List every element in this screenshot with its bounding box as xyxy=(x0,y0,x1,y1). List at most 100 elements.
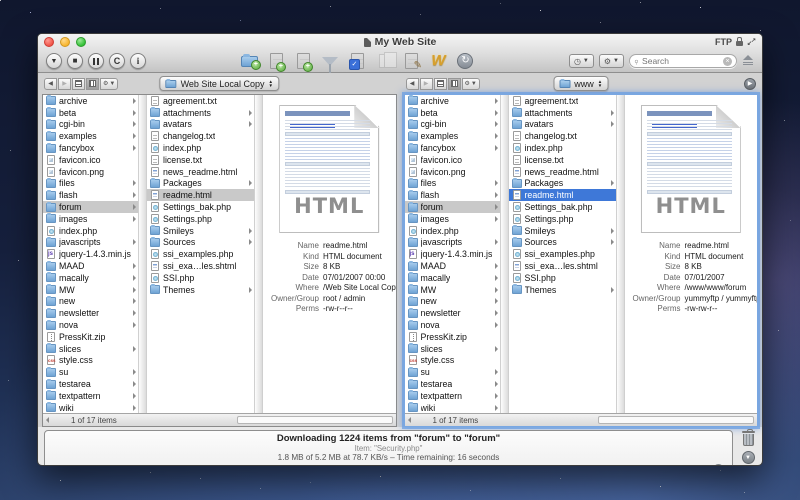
list-item[interactable]: agreement.txt xyxy=(509,95,616,107)
list-item[interactable]: textpattern xyxy=(43,390,138,402)
scroll-left-icon[interactable] xyxy=(408,417,411,423)
list-item[interactable]: flash xyxy=(43,189,138,201)
clear-search-icon[interactable]: × xyxy=(723,57,732,66)
list-item[interactable]: nova xyxy=(405,319,500,331)
list-item[interactable]: Themes xyxy=(147,284,254,296)
list-item[interactable]: slices xyxy=(405,343,500,355)
list-item[interactable]: ssi_exa…les.shtml xyxy=(509,260,616,272)
list-item[interactable]: ssi_examples.php xyxy=(147,248,254,260)
list-item[interactable]: index.php xyxy=(405,225,500,237)
action-menu-button[interactable]: ⚙▼ xyxy=(100,78,118,90)
list-item[interactable]: SSI.php xyxy=(147,272,254,284)
list-item[interactable]: archive xyxy=(43,95,138,107)
list-item[interactable]: license.txt xyxy=(147,154,254,166)
list-item[interactable]: images xyxy=(43,213,138,225)
list-item[interactable]: news_readme.html xyxy=(509,166,616,178)
scrollbar[interactable] xyxy=(139,95,147,413)
list-item[interactable]: index.php xyxy=(43,225,138,237)
list-item[interactable]: fancybox xyxy=(405,142,500,154)
list-item[interactable]: favicon.png xyxy=(43,166,138,178)
list-item[interactable]: PressKit.zip xyxy=(405,331,500,343)
list-item[interactable]: files xyxy=(405,178,500,190)
list-item[interactable]: wiki xyxy=(405,402,500,413)
edit-file-icon[interactable] xyxy=(401,52,421,70)
list-item[interactable]: nova xyxy=(43,319,138,331)
eject-icon[interactable] xyxy=(742,55,754,67)
list-item[interactable]: Sources xyxy=(509,237,616,249)
list-item[interactable]: archive xyxy=(405,95,500,107)
list-item[interactable]: beta xyxy=(43,107,138,119)
list-item[interactable]: MAAD xyxy=(405,260,500,272)
list-item[interactable]: javascripts xyxy=(43,237,138,249)
horizontal-scrollbar[interactable] xyxy=(598,416,754,424)
action-menu-button[interactable]: ⚙▼ xyxy=(462,78,480,90)
list-item[interactable]: images xyxy=(405,213,500,225)
pause-button[interactable] xyxy=(88,53,104,69)
horizontal-scrollbar[interactable] xyxy=(237,416,393,424)
list-item[interactable]: SSI.php xyxy=(509,272,616,284)
list-item[interactable]: jquery-1.4.3.min.js xyxy=(43,248,138,260)
list-item[interactable]: favicon.ico xyxy=(405,154,500,166)
list-item[interactable]: readme.html xyxy=(509,189,616,201)
local-path-popup[interactable]: Web Site Local Copy ▲▼ xyxy=(160,76,279,91)
remote-path-popup[interactable]: www ▲▼ xyxy=(553,76,608,91)
list-item[interactable]: files xyxy=(43,178,138,190)
copy-queue-icon[interactable] xyxy=(374,52,394,70)
list-item[interactable]: new xyxy=(43,296,138,308)
title-bar[interactable]: My Web Site FTP ↗↙ xyxy=(38,34,762,50)
scrollbar[interactable] xyxy=(501,95,509,413)
list-item[interactable]: ssi_examples.php xyxy=(509,248,616,260)
column-view-button[interactable] xyxy=(448,78,461,90)
fullscreen-icon[interactable]: ↗↙ xyxy=(747,38,756,47)
list-item[interactable]: attachments xyxy=(509,107,616,119)
settings-gear-button[interactable]: ⚙ ▼ xyxy=(599,54,624,68)
list-item[interactable]: newsletter xyxy=(43,307,138,319)
list-item[interactable]: Sources xyxy=(147,237,254,249)
trash-icon[interactable] xyxy=(743,434,754,446)
list-item[interactable]: Packages xyxy=(147,178,254,190)
list-item[interactable]: Themes xyxy=(509,284,616,296)
list-item[interactable]: changelog.txt xyxy=(147,130,254,142)
list-item[interactable]: examples xyxy=(43,130,138,142)
list-item[interactable]: javascripts xyxy=(405,237,500,249)
list-item[interactable]: changelog.txt xyxy=(509,130,616,142)
list-item[interactable]: PressKit.zip xyxy=(43,331,138,343)
list-item[interactable]: Smileys xyxy=(509,225,616,237)
list-item[interactable]: style.css xyxy=(43,355,138,367)
back-button[interactable]: ◀ xyxy=(44,78,57,90)
list-item[interactable]: Settings.php xyxy=(147,213,254,225)
scroll-left-icon[interactable] xyxy=(46,417,49,423)
new-folder-icon[interactable] xyxy=(239,52,259,70)
column-view-button[interactable] xyxy=(86,78,99,90)
list-view-button[interactable] xyxy=(72,78,85,90)
close-button[interactable] xyxy=(44,37,54,47)
filter-icon[interactable] xyxy=(320,52,340,70)
minimize-button[interactable] xyxy=(60,37,70,47)
list-item[interactable]: forum xyxy=(43,201,138,213)
scrollbar[interactable] xyxy=(617,95,625,413)
list-item[interactable]: Packages xyxy=(509,178,616,190)
list-item[interactable]: avatars xyxy=(147,119,254,131)
back-button[interactable]: ◀ xyxy=(406,78,419,90)
search-input[interactable] xyxy=(642,56,720,66)
cancel-transfer-button[interactable]: × xyxy=(713,464,724,466)
list-item[interactable]: beta xyxy=(405,107,500,119)
list-item[interactable]: su xyxy=(43,366,138,378)
list-view-button[interactable] xyxy=(434,78,447,90)
list-item[interactable]: readme.html xyxy=(147,189,254,201)
skip-item-button[interactable]: ▼ xyxy=(742,451,755,464)
task-list-icon[interactable] xyxy=(347,52,367,70)
list-item[interactable]: testarea xyxy=(405,378,500,390)
list-item[interactable]: macally xyxy=(405,272,500,284)
list-item[interactable]: ssi_exa…les.shtml xyxy=(147,260,254,272)
web-bookmark-icon[interactable] xyxy=(428,52,448,70)
list-item[interactable]: new xyxy=(405,296,500,308)
list-item[interactable]: Settings.php xyxy=(509,213,616,225)
list-item[interactable]: jquery-1.4.3.min.js xyxy=(405,248,500,260)
list-item[interactable]: slices xyxy=(43,343,138,355)
list-item[interactable]: style.css xyxy=(405,355,500,367)
duplicate-file-icon[interactable] xyxy=(293,52,313,70)
list-item[interactable]: index.php xyxy=(147,142,254,154)
list-item[interactable]: textpattern xyxy=(405,390,500,402)
stop-button[interactable] xyxy=(67,53,83,69)
